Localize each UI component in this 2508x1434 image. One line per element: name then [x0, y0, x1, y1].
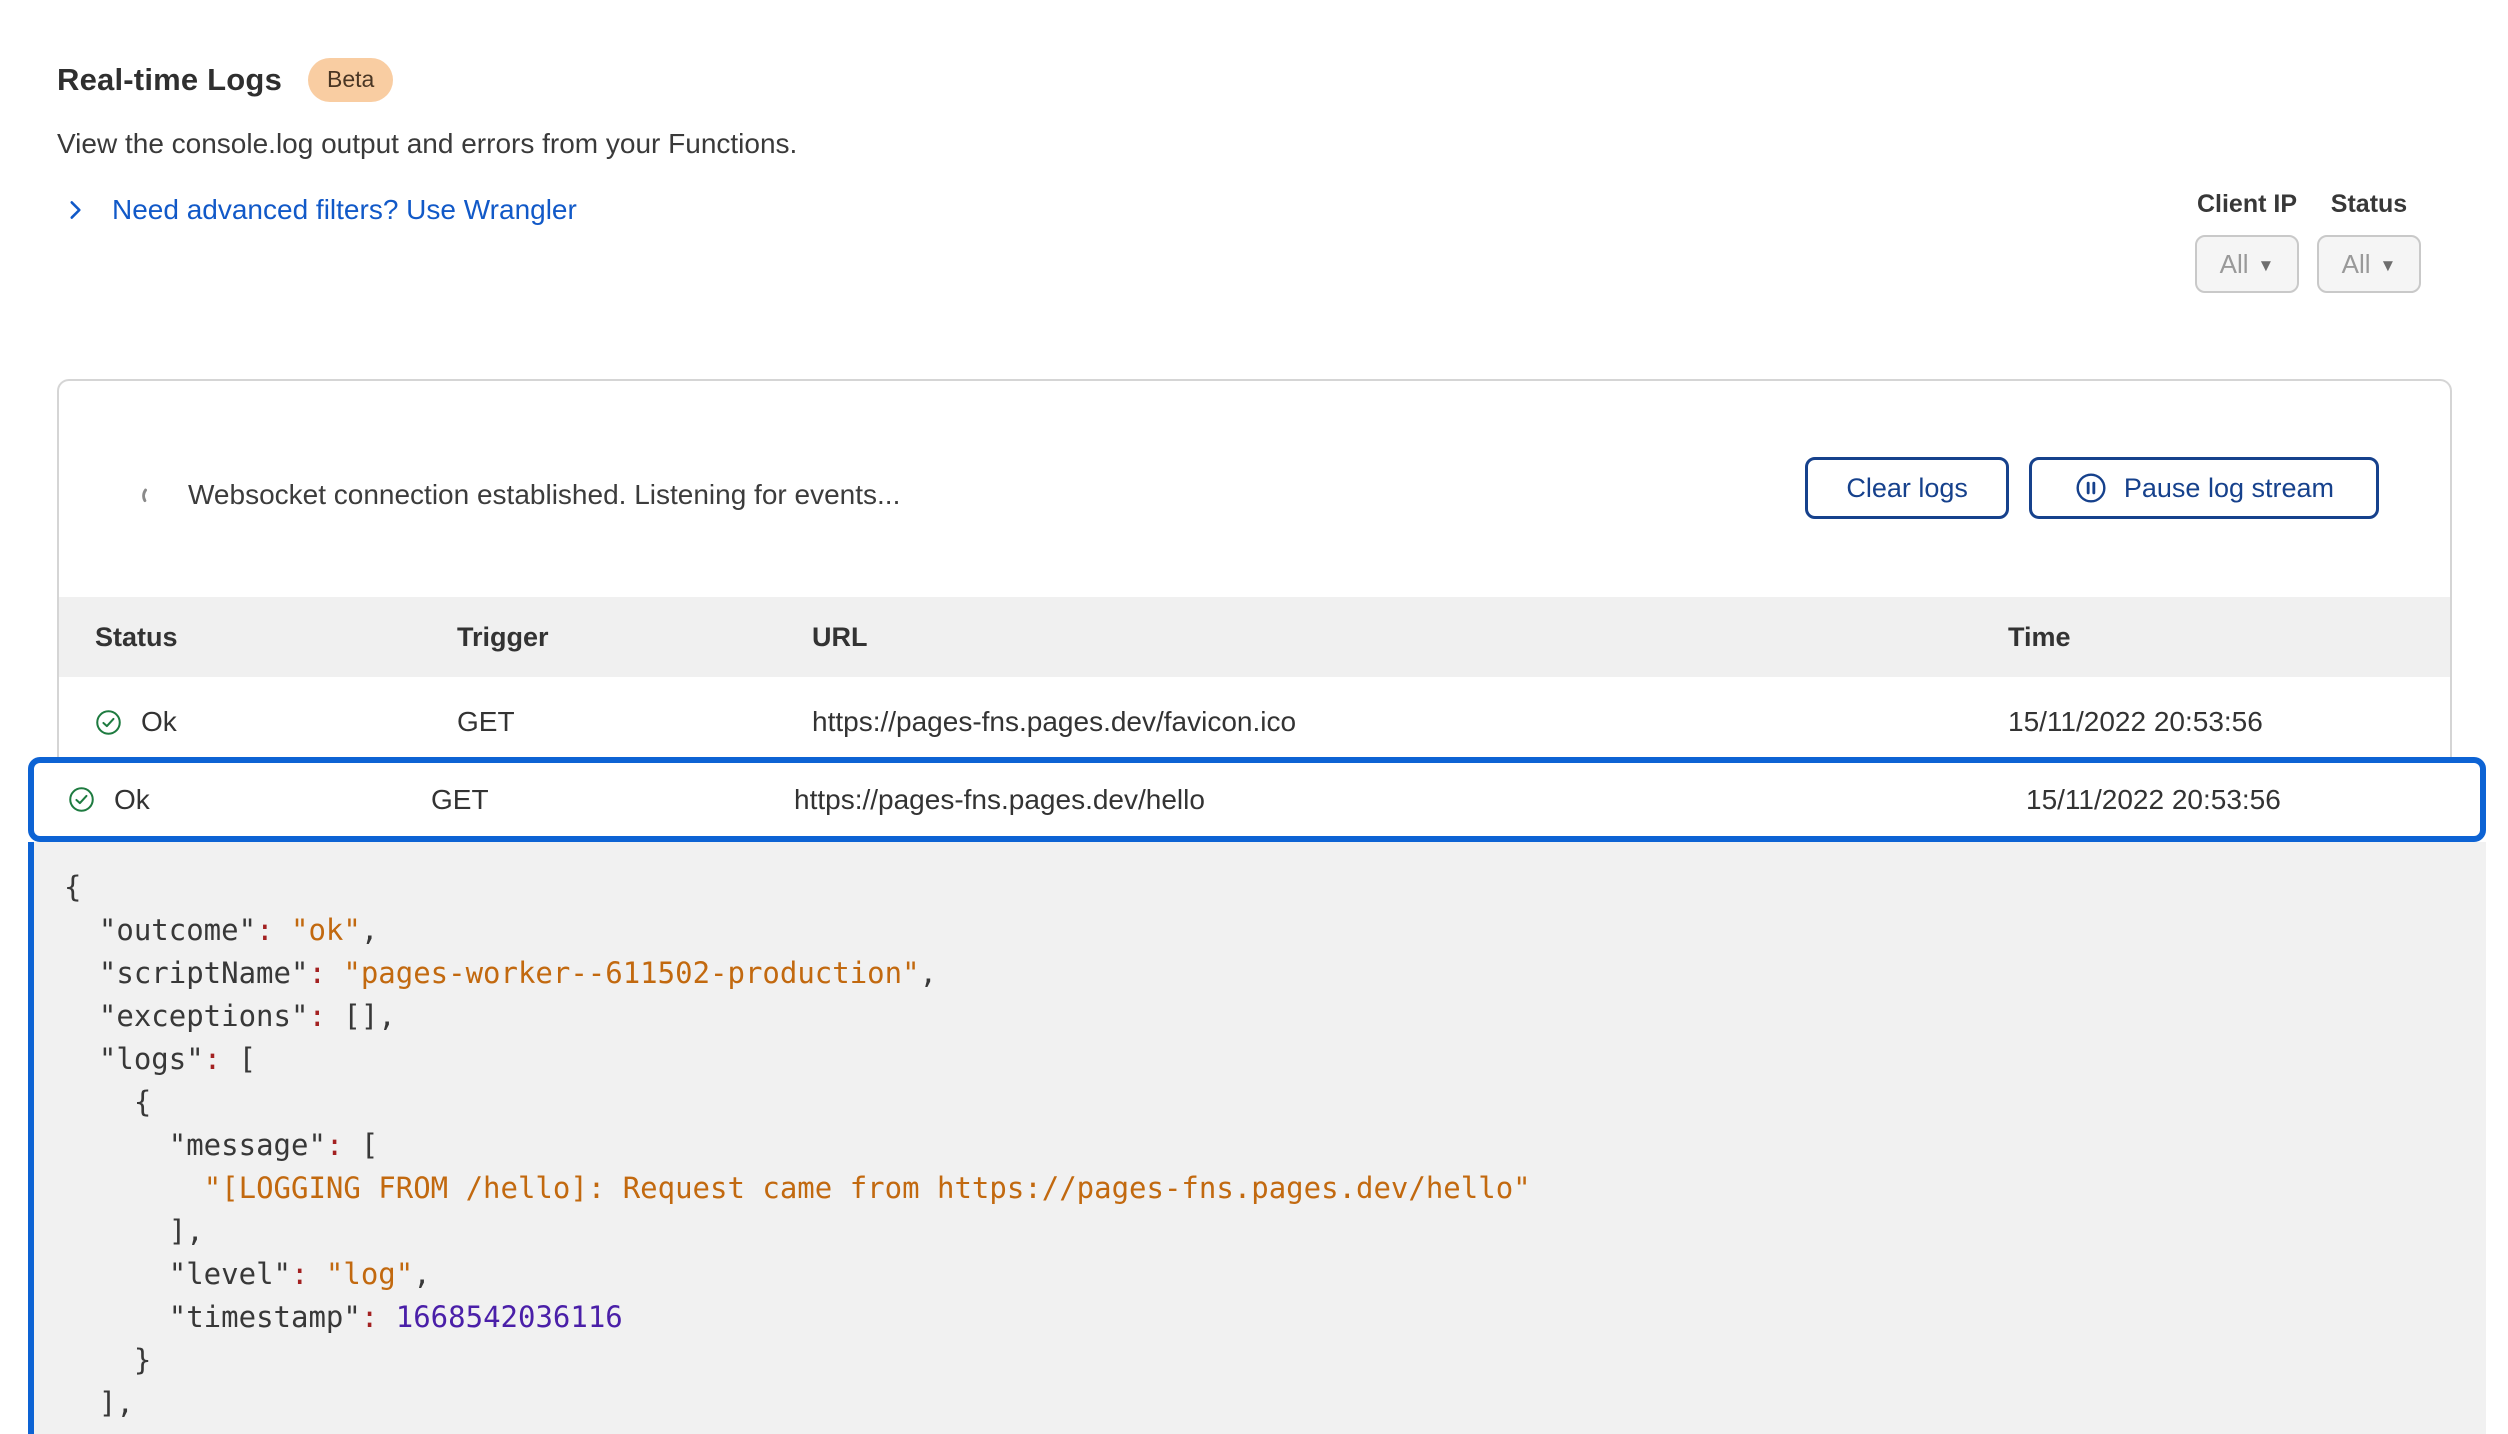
status-filter-value: All — [2342, 249, 2371, 280]
client-ip-filter-value: All — [2220, 249, 2249, 280]
success-check-icon — [68, 786, 95, 813]
page-header: Real-time Logs Beta — [57, 58, 393, 102]
pause-log-stream-button[interactable]: Pause log stream — [2029, 457, 2379, 519]
wrangler-link-label: Need advanced filters? Use Wrangler — [112, 194, 577, 226]
client-ip-filter-label: Client IP — [2195, 190, 2299, 219]
table-row-selected[interactable]: Ok GET https://pages-fns.pages.dev/hello… — [28, 757, 2486, 842]
chevron-right-icon — [62, 195, 88, 225]
wrangler-link[interactable]: Need advanced filters? Use Wrangler — [62, 194, 577, 226]
column-header-url: URL — [812, 622, 2008, 653]
status-filter: Status All ▼ — [2317, 190, 2421, 293]
websocket-status-text: Websocket connection established. Listen… — [188, 479, 900, 511]
table-row[interactable]: Ok GET https://pages-fns.pages.dev/favic… — [59, 677, 2450, 767]
pause-log-stream-label: Pause log stream — [2124, 473, 2334, 504]
clear-logs-button[interactable]: Clear logs — [1805, 457, 2009, 519]
caret-down-icon: ▼ — [2258, 254, 2275, 274]
expanded-log-entry: Ok GET https://pages-fns.pages.dev/hello… — [28, 757, 2486, 1434]
log-detail-panel: { "outcome": "ok", "scriptName": "pages-… — [28, 842, 2486, 1434]
column-header-trigger: Trigger — [457, 622, 812, 653]
status-filter-label: Status — [2317, 190, 2421, 219]
row-status-label: Ok — [114, 784, 150, 816]
column-header-time: Time — [2008, 622, 2414, 653]
page-title: Real-time Logs — [57, 62, 282, 98]
caret-down-icon: ▼ — [2380, 254, 2397, 274]
row-url: https://pages-fns.pages.dev/hello — [794, 784, 2026, 816]
beta-badge: Beta — [308, 58, 393, 102]
client-ip-filter: Client IP All ▼ — [2195, 190, 2299, 293]
websocket-status: Websocket connection established. Listen… — [139, 479, 900, 511]
row-trigger: GET — [457, 706, 812, 738]
success-check-icon — [95, 709, 122, 736]
row-time: 15/11/2022 20:53:56 — [2008, 706, 2414, 738]
log-panel-toolbar: Websocket connection established. Listen… — [59, 381, 2450, 595]
log-table-header: Status Trigger URL Time — [59, 597, 2450, 677]
realtime-logs-page: Real-time Logs Beta View the console.log… — [0, 0, 2508, 1434]
status-filter-dropdown[interactable]: All ▼ — [2317, 235, 2421, 293]
loading-spinner-icon — [139, 482, 166, 509]
client-ip-filter-dropdown[interactable]: All ▼ — [2195, 235, 2299, 293]
row-url: https://pages-fns.pages.dev/favicon.ico — [812, 706, 2008, 738]
page-subtitle: View the console.log output and errors f… — [57, 128, 797, 160]
row-trigger: GET — [431, 784, 794, 816]
log-actions: Clear logs Pause log stream — [1805, 457, 2379, 519]
column-header-status: Status — [95, 622, 457, 653]
log-detail-json: { "outcome": "ok", "scriptName": "pages-… — [64, 866, 2486, 1425]
row-time: 15/11/2022 20:53:56 — [2026, 784, 2446, 816]
row-status-label: Ok — [141, 706, 177, 738]
pause-circle-icon — [2074, 471, 2108, 505]
